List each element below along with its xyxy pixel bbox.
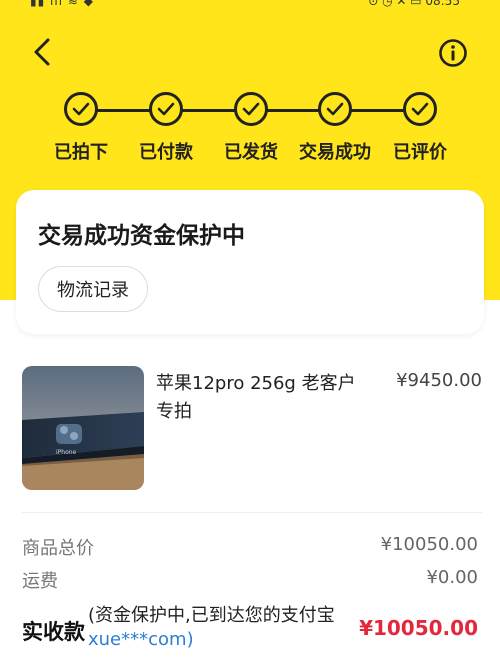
product-image: iPhone bbox=[22, 366, 144, 490]
order-status-title: 交易成功资金保护中 bbox=[38, 223, 245, 249]
step-placed: 已拍下 bbox=[36, 92, 126, 164]
system-status-bar: ▮▮ ıll ≋ ◆ ⊙ ◷ ✕ ▭ 08:55 bbox=[0, 0, 500, 12]
alipay-account: xue***com) bbox=[88, 629, 194, 650]
total-value: ¥10050.00 bbox=[359, 616, 478, 640]
product-price: ¥9450.00 bbox=[396, 370, 482, 391]
step-reviewed: 已评价 bbox=[375, 92, 465, 164]
step-shipped: 已发货 bbox=[206, 92, 296, 164]
product-title: 苹果12pro 256g 老客户专拍 bbox=[156, 373, 356, 422]
subtotal-label: 商品总价 bbox=[22, 538, 94, 559]
subtotal-value: ¥10050.00 bbox=[380, 534, 478, 555]
fund-protection-note: (资金保护中,已到达您的支付宝 bbox=[88, 605, 335, 626]
step-completed: 交易成功 bbox=[290, 92, 380, 164]
step-label: 已发货 bbox=[224, 142, 278, 163]
back-button[interactable] bbox=[26, 36, 58, 68]
step-label: 已付款 bbox=[139, 142, 193, 163]
logistics-button[interactable]: 物流记录 bbox=[38, 266, 148, 312]
status-icons: ⊙ ◷ ✕ ▭ 08:55 bbox=[368, 0, 460, 8]
total-note: (资金保护中,已到达您的支付宝 xue***com) bbox=[88, 604, 368, 652]
info-icon bbox=[439, 39, 467, 67]
signal-icons: ▮▮ ıll ≋ ◆ bbox=[30, 0, 94, 8]
shipping-row: 运费 ¥0.00 bbox=[22, 567, 478, 593]
product-item[interactable]: iPhone 苹果12pro 256g 老客户专拍 ¥9450.00 bbox=[22, 366, 482, 492]
order-progress: 已拍下 已付款 已发货 交易成功 已评价 bbox=[0, 92, 500, 172]
total-row: 实收款 (资金保护中,已到达您的支付宝 xue***com) ¥10050.00 bbox=[22, 604, 478, 660]
divider bbox=[22, 512, 482, 513]
check-icon bbox=[64, 92, 98, 126]
check-icon bbox=[234, 92, 268, 126]
step-label: 已拍下 bbox=[54, 142, 108, 163]
shipping-label: 运费 bbox=[22, 571, 58, 592]
shipping-value: ¥0.00 bbox=[426, 567, 478, 588]
chevron-left-icon bbox=[34, 38, 50, 66]
svg-text:iPhone: iPhone bbox=[56, 449, 77, 456]
check-icon bbox=[318, 92, 352, 126]
step-label: 交易成功 bbox=[299, 142, 371, 163]
step-paid: 已付款 bbox=[121, 92, 211, 164]
subtotal-row: 商品总价 ¥10050.00 bbox=[22, 534, 478, 560]
total-label: 实收款 bbox=[22, 620, 85, 644]
order-status-card: 交易成功资金保护中 物流记录 bbox=[16, 190, 484, 334]
check-icon bbox=[403, 92, 437, 126]
check-icon bbox=[149, 92, 183, 126]
info-button[interactable] bbox=[438, 38, 468, 68]
step-label: 已评价 bbox=[393, 142, 447, 163]
